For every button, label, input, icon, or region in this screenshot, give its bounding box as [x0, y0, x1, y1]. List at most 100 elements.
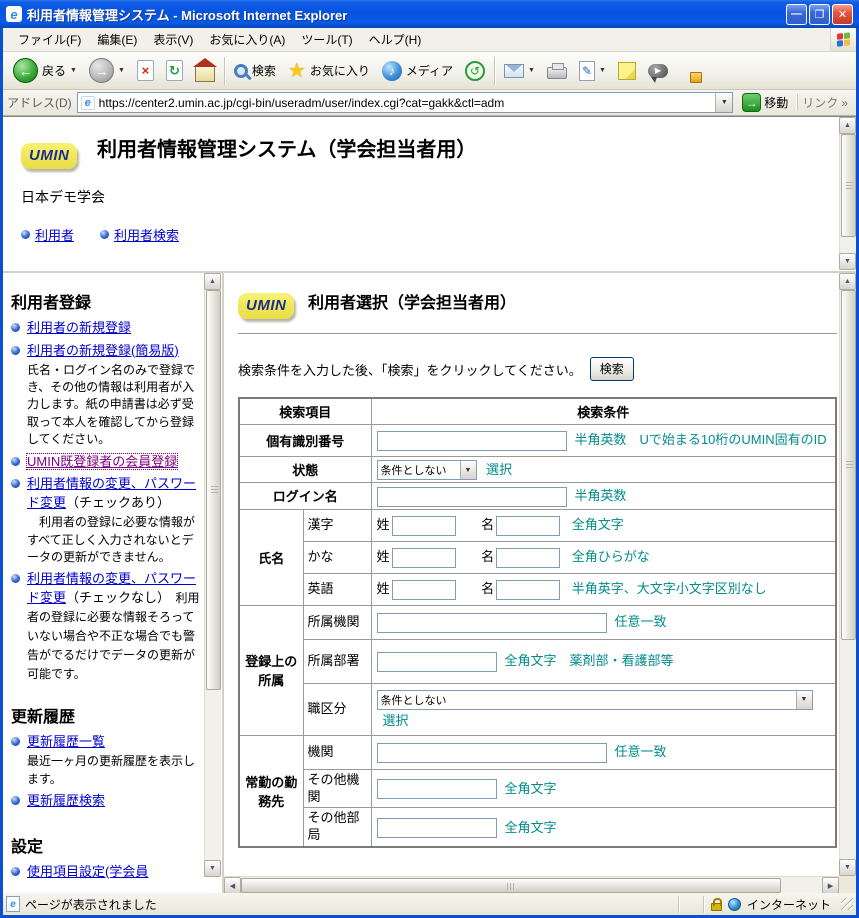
sidebar-item-change-info-unchecked: 利用者情報の変更、パスワード変更（チェックなし） 利用者の登録に必要な情報そろっ…: [11, 570, 200, 683]
favorites-button[interactable]: ★ お気に入り: [282, 55, 376, 87]
table-row: かな 姓 名 全角ひらがな: [239, 541, 836, 573]
item-description: 利用者の登録に必要な情報がすべて正しく入力されないとデータの更新ができません。: [27, 514, 200, 566]
chevron-down-icon: ▼: [796, 691, 812, 709]
header-frame-scrollbar[interactable]: ▲ ▼: [839, 117, 856, 270]
row-label-affiliation: 登録上の所属: [239, 605, 303, 735]
scrollbar-thumb[interactable]: [206, 290, 221, 690]
search-button[interactable]: 検索: [228, 55, 282, 87]
links-toolbar[interactable]: リンク »: [797, 94, 852, 111]
page-favicon-icon: e: [81, 96, 95, 110]
main-vertical-scrollbar[interactable]: ▲ ▼: [839, 273, 856, 876]
sub-label-affiliation-institution: 所属機関: [303, 605, 371, 639]
messenger-button[interactable]: ▶: [642, 55, 674, 87]
address-dropdown-button[interactable]: ▼: [715, 93, 732, 112]
uid-input[interactable]: [377, 431, 567, 451]
status-select-link[interactable]: 選択: [486, 462, 512, 477]
new-registration-simple-link[interactable]: 利用者の新規登録(簡易版): [27, 343, 179, 358]
refresh-button[interactable]: ↻: [160, 55, 189, 87]
kanji-surname-input[interactable]: [392, 516, 456, 536]
page-title: 利用者選択（学会担当者用）: [308, 295, 516, 312]
umin-member-registration-link[interactable]: UMIN既登録者の会員登録: [27, 454, 177, 469]
sidebar-scrollbar[interactable]: ▲ ▼: [204, 273, 221, 877]
scrollbar-thumb[interactable]: [841, 290, 856, 640]
scroll-up-button[interactable]: ▲: [204, 273, 221, 290]
back-button[interactable]: ← 戻る ▼: [7, 55, 83, 87]
history-search-link[interactable]: 更新履歴検索: [27, 793, 105, 808]
media-icon: ♪: [382, 61, 402, 81]
media-button[interactable]: ♪ メディア: [376, 55, 459, 87]
scroll-up-button[interactable]: ▲: [839, 117, 856, 134]
edit-button[interactable]: ✎ ▼: [573, 55, 612, 87]
history-icon: ↺: [465, 61, 485, 81]
scroll-down-button[interactable]: ▼: [839, 859, 856, 876]
row-label-status: 状態: [239, 456, 371, 483]
scroll-up-button[interactable]: ▲: [839, 273, 856, 290]
lock-icon: [711, 903, 722, 911]
scroll-down-button[interactable]: ▼: [839, 253, 856, 270]
history-button[interactable]: ↺: [459, 55, 491, 87]
home-button[interactable]: [189, 55, 221, 87]
back-dropdown-icon: ▼: [70, 67, 77, 74]
item-suffix: （チェックあり）: [66, 495, 170, 510]
english-surname-input[interactable]: [392, 580, 456, 600]
sub-label-english: 英語: [303, 573, 371, 605]
used-field-settings-link[interactable]: 使用項目設定(学会員: [27, 864, 148, 879]
mail-button[interactable]: ▼: [498, 55, 541, 87]
menu-tools[interactable]: ツール(T): [294, 28, 359, 51]
job-category-select[interactable]: 条件としない▼: [377, 690, 813, 710]
maximize-button[interactable]: ❐: [809, 4, 830, 25]
scrollbar-thumb[interactable]: [841, 134, 856, 237]
login-name-input[interactable]: [377, 487, 567, 507]
forward-button[interactable]: → ▼: [83, 55, 131, 87]
close-button[interactable]: ✕: [832, 4, 853, 25]
affiliation-institution-input[interactable]: [377, 613, 607, 633]
menu-view[interactable]: 表示(V): [146, 28, 200, 51]
other-bureau-input[interactable]: [377, 818, 497, 838]
stop-button[interactable]: ×: [131, 55, 160, 87]
field-hint: 全角ひらがな: [572, 549, 650, 564]
history-list-link[interactable]: 更新履歴一覧: [27, 734, 105, 749]
scroll-left-button[interactable]: ◀: [224, 877, 241, 893]
internet-zone-icon: [728, 898, 741, 911]
print-button[interactable]: [541, 55, 573, 87]
workplace-institution-input[interactable]: [377, 743, 607, 763]
nav-users-link[interactable]: 利用者: [35, 225, 74, 244]
kanji-givenname-input[interactable]: [496, 516, 560, 536]
scroll-right-button[interactable]: ▶: [822, 877, 839, 893]
go-button[interactable]: → 移動: [738, 92, 792, 113]
kana-givenname-input[interactable]: [496, 548, 560, 568]
menu-file[interactable]: ファイル(F): [11, 28, 88, 51]
menu-favorites[interactable]: お気に入り(A): [202, 28, 292, 51]
minimize-button[interactable]: —: [786, 4, 807, 25]
scroll-down-button[interactable]: ▼: [204, 860, 221, 877]
sidebar-heading-history: 更新履歴: [11, 703, 200, 727]
table-row: 登録上の所属 所属機関 任意一致: [239, 605, 836, 639]
search-condition-table: 検索項目 検索条件 個有識別番号 半角英数 Uで始まる10桁のUMIN固有のID…: [238, 397, 837, 848]
job-category-select-link[interactable]: 選択: [383, 713, 409, 728]
edit-dropdown-icon: ▼: [599, 67, 606, 74]
scrollbar-thumb[interactable]: [241, 878, 781, 893]
affiliation-department-input[interactable]: [377, 652, 497, 672]
address-input[interactable]: e https://center2.umin.ac.jp/cgi-bin/use…: [77, 92, 734, 113]
menu-edit[interactable]: 編集(E): [90, 28, 144, 51]
status-select[interactable]: 条件としない▼: [377, 460, 477, 480]
item-description: 氏名・ログイン名のみで登録でき、その他の情報は利用者が入力します。紙の申請書は必…: [27, 362, 200, 449]
nav-users: 利用者: [21, 225, 74, 244]
mail-dropdown-icon: ▼: [528, 67, 535, 74]
sub-label-kanji: 漢字: [303, 509, 371, 541]
main-horizontal-scrollbar[interactable]: ◀ ▶: [224, 876, 839, 893]
nav-user-search-link[interactable]: 利用者検索: [114, 225, 179, 244]
menu-help[interactable]: ヘルプ(H): [362, 28, 429, 51]
english-givenname-input[interactable]: [496, 580, 560, 600]
other-institution-input[interactable]: [377, 779, 497, 799]
scrollbar-corner: [839, 876, 856, 893]
msn-button[interactable]: [674, 55, 706, 87]
resize-grip[interactable]: [841, 898, 853, 910]
kana-surname-input[interactable]: [392, 548, 456, 568]
edit-icon: ✎: [579, 61, 595, 81]
discuss-button[interactable]: [612, 55, 642, 87]
new-registration-link[interactable]: 利用者の新規登録: [27, 320, 131, 335]
toolbar: ← 戻る ▼ → ▼ × ↻ 検索 ★ お気に入り ♪ メディア: [3, 52, 856, 90]
sidebar-item-history-search: 更新履歴検索: [11, 792, 200, 811]
search-submit-button[interactable]: 検索: [590, 357, 634, 381]
